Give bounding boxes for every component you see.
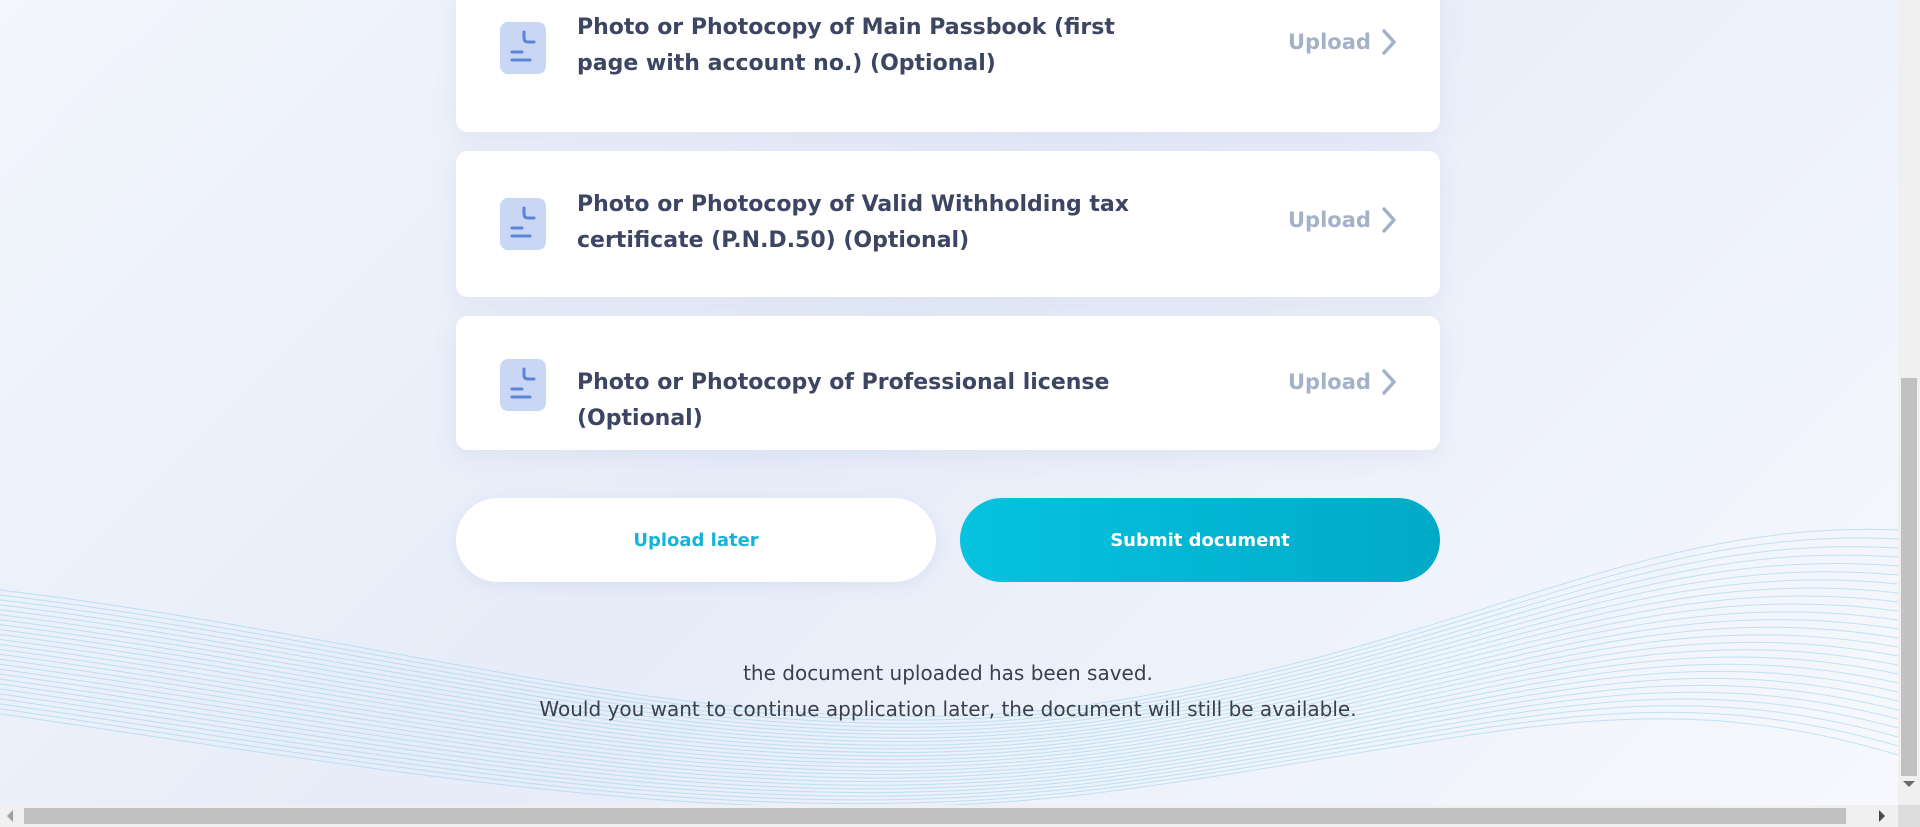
upload-professional-license-link[interactable]: Upload [1288, 368, 1397, 396]
chevron-right-icon [1382, 369, 1396, 395]
chevron-right-icon [1382, 207, 1396, 233]
notice-line-1: the document uploaded has been saved. [743, 661, 1153, 685]
document-icon [500, 22, 546, 74]
horizontal-scrollbar[interactable] [0, 805, 1898, 827]
vertical-scrollbar[interactable] [1898, 0, 1920, 805]
upload-passbook-link[interactable]: Upload [1288, 28, 1397, 56]
horizontal-scrollbar-thumb[interactable] [24, 808, 1846, 824]
notice-line-2: Would you want to continue application l… [539, 697, 1357, 721]
scrollbar-corner [1898, 805, 1920, 827]
document-title: Photo or Photocopy of Professional licen… [577, 370, 1110, 431]
document-card-withholding-tax: Photo or Photocopy of Valid Withholding … [456, 151, 1440, 297]
upload-label: Upload [1288, 370, 1371, 394]
save-notice: the document uploaded has been saved. Wo… [456, 655, 1440, 727]
page-viewport: Photo or Photocopy of Main Passbook (fir… [0, 0, 1898, 805]
upload-withholding-tax-link[interactable]: Upload [1288, 206, 1397, 234]
document-card-passbook: Photo or Photocopy of Main Passbook (fir… [456, 0, 1440, 132]
document-title: Photo or Photocopy of Main Passbook (fir… [577, 15, 1115, 76]
scroll-left-arrow-icon[interactable] [7, 810, 13, 822]
chevron-right-icon [1382, 29, 1396, 55]
scroll-down-arrow-icon[interactable] [1903, 781, 1915, 787]
upload-later-button[interactable]: Upload later [456, 498, 936, 582]
upload-label: Upload [1288, 30, 1371, 54]
scroll-right-arrow-icon[interactable] [1879, 810, 1885, 822]
document-icon [500, 359, 546, 411]
vertical-scrollbar-thumb[interactable] [1901, 378, 1917, 776]
submit-document-button[interactable]: Submit document [960, 498, 1440, 582]
document-icon [500, 198, 546, 250]
document-title: Photo or Photocopy of Valid Withholding … [577, 192, 1129, 253]
document-card-professional-license: Photo or Photocopy of Professional licen… [456, 316, 1440, 450]
upload-label: Upload [1288, 208, 1371, 232]
